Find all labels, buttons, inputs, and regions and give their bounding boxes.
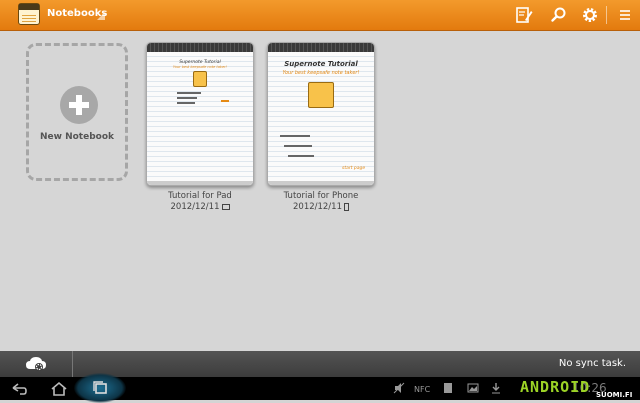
gallery-icon — [467, 383, 479, 393]
notebook-name: Tutorial for Pad — [168, 191, 232, 201]
system-nav-bar: NFC 10:26 ANDROID SUOMI.FI — [0, 373, 640, 403]
preview-text-line — [177, 92, 201, 94]
androidsuomi-watermark-logo: ANDROID SUOMI.FI — [520, 378, 633, 400]
spiral-binding — [147, 43, 253, 52]
mute-icon — [393, 382, 405, 394]
preview-subtitle: Your best keepsafe note taker! — [282, 70, 360, 76]
spiral-binding — [268, 43, 374, 52]
supernote-app-icon[interactable] — [18, 3, 40, 25]
overflow-menu-icon[interactable] — [615, 5, 635, 25]
new-notebook-button[interactable]: New Notebook — [26, 43, 128, 181]
preview-text-line — [177, 102, 195, 104]
notebook-name: Tutorial for Phone — [283, 191, 359, 201]
notebook-date: 2012/12/11 — [170, 202, 220, 212]
svg-text:NFC: NFC — [414, 385, 431, 394]
notebook-card-phone[interactable]: Supernote Tutorial Your best keepsafe no… — [267, 42, 375, 186]
notebook-caption-pad: Tutorial for Pad 2012/12/11 — [130, 191, 270, 213]
cloud-sync-button[interactable] — [0, 351, 73, 377]
new-notebook-label: New Notebook — [40, 132, 114, 142]
settings-gear-icon[interactable] — [580, 5, 600, 25]
watermark-brand-text: ANDROID — [520, 378, 591, 396]
cloud-sync-icon — [26, 357, 46, 371]
search-icon[interactable] — [549, 5, 569, 25]
notepad-icon — [193, 71, 207, 87]
sync-status-text: No sync task. — [558, 358, 626, 369]
tablet-icon — [221, 203, 230, 210]
preview-title: Supernote Tutorial — [284, 60, 358, 68]
notebook-date-row: 2012/12/11 — [251, 202, 391, 213]
recent-apps-icon[interactable] — [89, 379, 111, 397]
preview-text-line — [280, 135, 310, 137]
preview-start-label: start page — [342, 166, 366, 171]
notebook-caption-phone: Tutorial for Phone 2012/12/11 — [251, 191, 391, 213]
phone-icon — [344, 202, 349, 211]
notification-icon — [444, 383, 452, 393]
watermark-sub-text: SUOMI.FI — [596, 391, 633, 399]
preview-text-line — [177, 97, 197, 99]
download-icon — [492, 383, 500, 394]
notebook-card-pad[interactable]: Supernote Tutorial Your best keepsafe no… — [146, 42, 254, 186]
home-icon[interactable] — [48, 379, 70, 397]
notebook-date: 2012/12/11 — [293, 202, 342, 212]
notepad-icon — [308, 82, 334, 108]
action-bar: Notebooks — [0, 0, 640, 31]
notebook-grid: New Notebook Supernote Tutorial Your bes… — [0, 31, 640, 351]
nfc-icon: NFC — [414, 385, 431, 394]
dropdown-indicator-icon[interactable] — [97, 12, 105, 20]
toolbar-divider — [606, 6, 607, 24]
preview-subtitle: Your best keepsafe note taker! — [173, 65, 227, 69]
preview-text-line — [284, 145, 312, 147]
preview-start-mark — [221, 100, 229, 102]
preview-text-line — [288, 155, 314, 157]
add-icon — [60, 86, 98, 124]
back-icon[interactable] — [8, 379, 30, 397]
notebook-date-row: 2012/12/11 — [130, 202, 270, 213]
edit-page-icon[interactable] — [514, 5, 534, 25]
